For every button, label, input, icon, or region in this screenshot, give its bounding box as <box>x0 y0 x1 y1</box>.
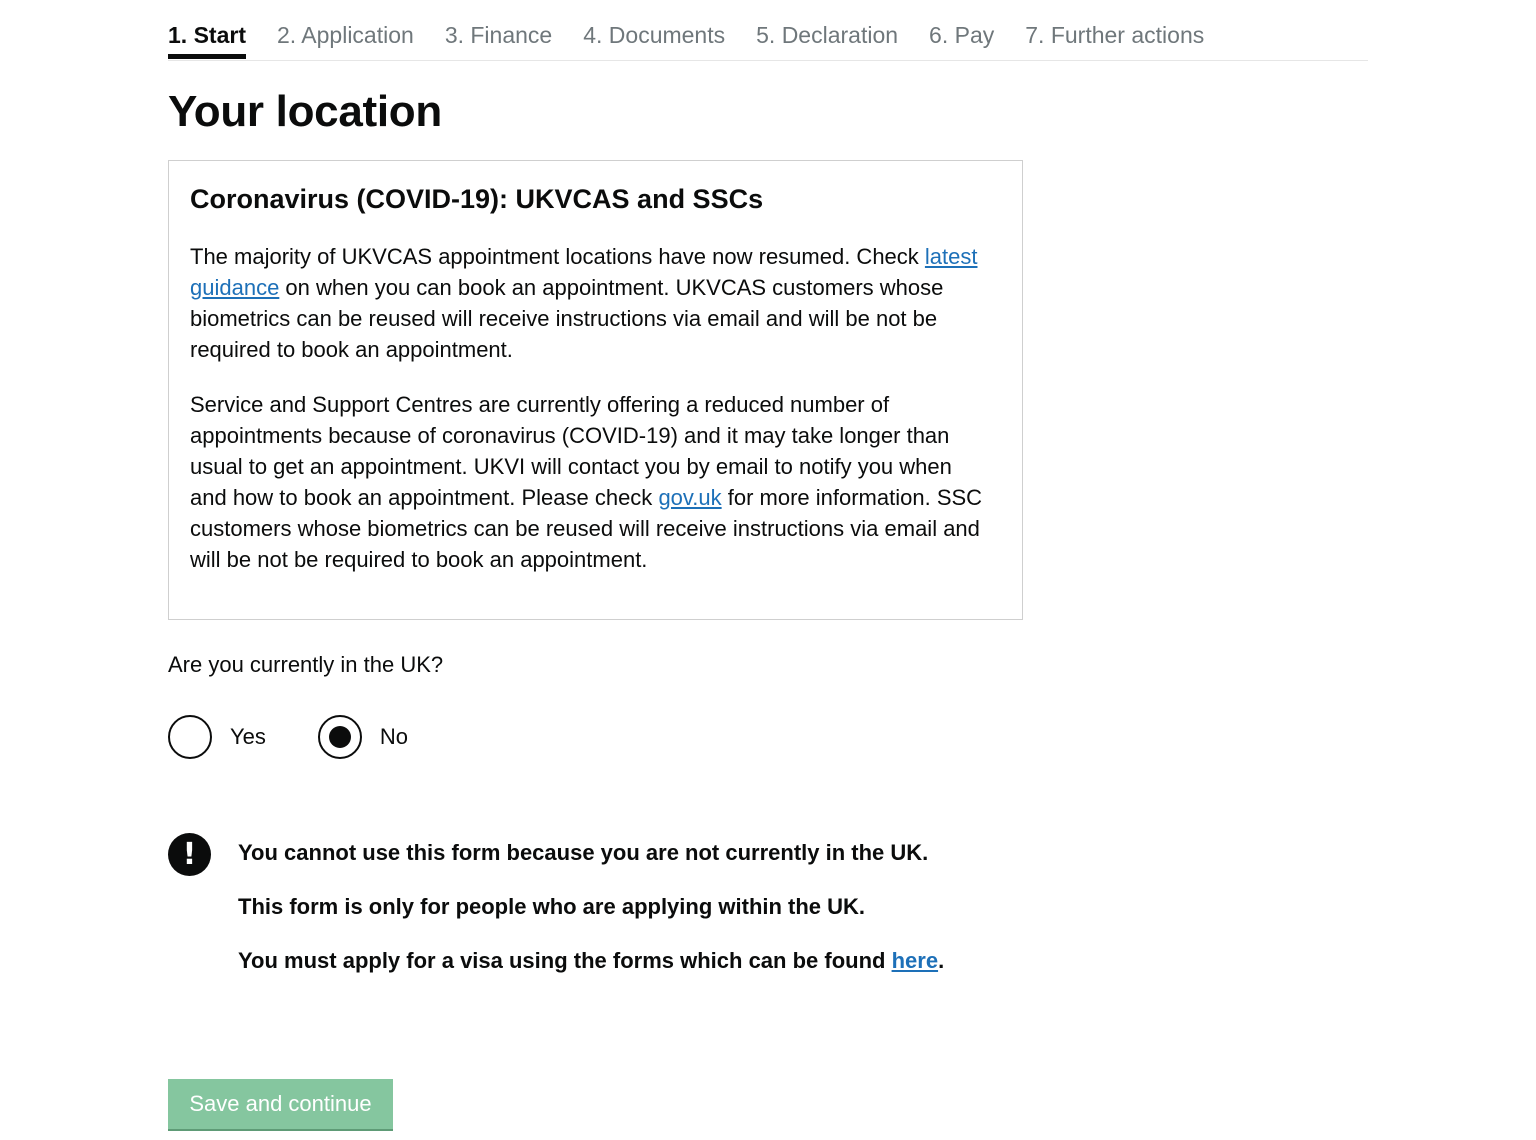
notice-heading: Coronavirus (COVID-19): UKVCAS and SSCs <box>190 184 764 214</box>
page-title: Your location <box>168 87 442 136</box>
exclamation-icon: ! <box>168 833 211 876</box>
warning-line-3-text: You must apply for a visa using the form… <box>238 948 892 973</box>
notice-p1-text: The majority of UKVCAS appointment locat… <box>190 244 925 269</box>
warning-line-1: You cannot use this form because you are… <box>238 840 929 865</box>
page: 1. Start 2. Application 3. Finance 4. Do… <box>168 0 1368 1129</box>
radio-yes-label[interactable]: Yes <box>230 724 266 750</box>
covid-notice-panel: Coronavirus (COVID-19): UKVCAS and SSCs … <box>168 160 1023 620</box>
step-navigation: 1. Start 2. Application 3. Finance 4. Do… <box>168 0 1368 61</box>
save-and-continue-button[interactable]: Save and continue <box>168 1079 393 1129</box>
step-declaration[interactable]: 5. Declaration <box>756 0 898 48</box>
step-pay[interactable]: 6. Pay <box>929 0 994 48</box>
step-further-actions[interactable]: 7. Further actions <box>1025 0 1204 48</box>
notice-paragraph-ukvcas: The majority of UKVCAS appointment locat… <box>190 241 990 365</box>
visa-forms-here-link[interactable]: here <box>892 948 938 973</box>
warning-line-2: This form is only for people who are app… <box>238 894 866 919</box>
radio-no-circle[interactable] <box>317 715 362 759</box>
radio-no[interactable]: No <box>317 715 408 759</box>
warning-line-3: You must apply for a visa using the form… <box>238 946 1058 976</box>
warning-text: You cannot use this form because you are… <box>238 838 1058 1000</box>
gov-uk-link[interactable]: gov.uk <box>658 485 721 510</box>
step-finance[interactable]: 3. Finance <box>445 0 552 48</box>
step-documents[interactable]: 4. Documents <box>583 0 725 48</box>
in-uk-question-label: Are you currently in the UK? <box>168 652 444 677</box>
step-start[interactable]: 1. Start <box>168 0 246 59</box>
warning-line-3-end: . <box>938 948 945 973</box>
notice-paragraph-ssc: Service and Support Centres are currentl… <box>190 389 990 575</box>
in-uk-radio-group: Yes No <box>168 715 460 759</box>
radio-no-label[interactable]: No <box>380 724 408 750</box>
radio-yes-circle[interactable] <box>168 715 212 759</box>
radio-yes[interactable]: Yes <box>168 715 266 759</box>
step-application[interactable]: 2. Application <box>277 0 414 48</box>
notice-p1-text-after: on when you can book an appointment. UKV… <box>190 275 944 362</box>
